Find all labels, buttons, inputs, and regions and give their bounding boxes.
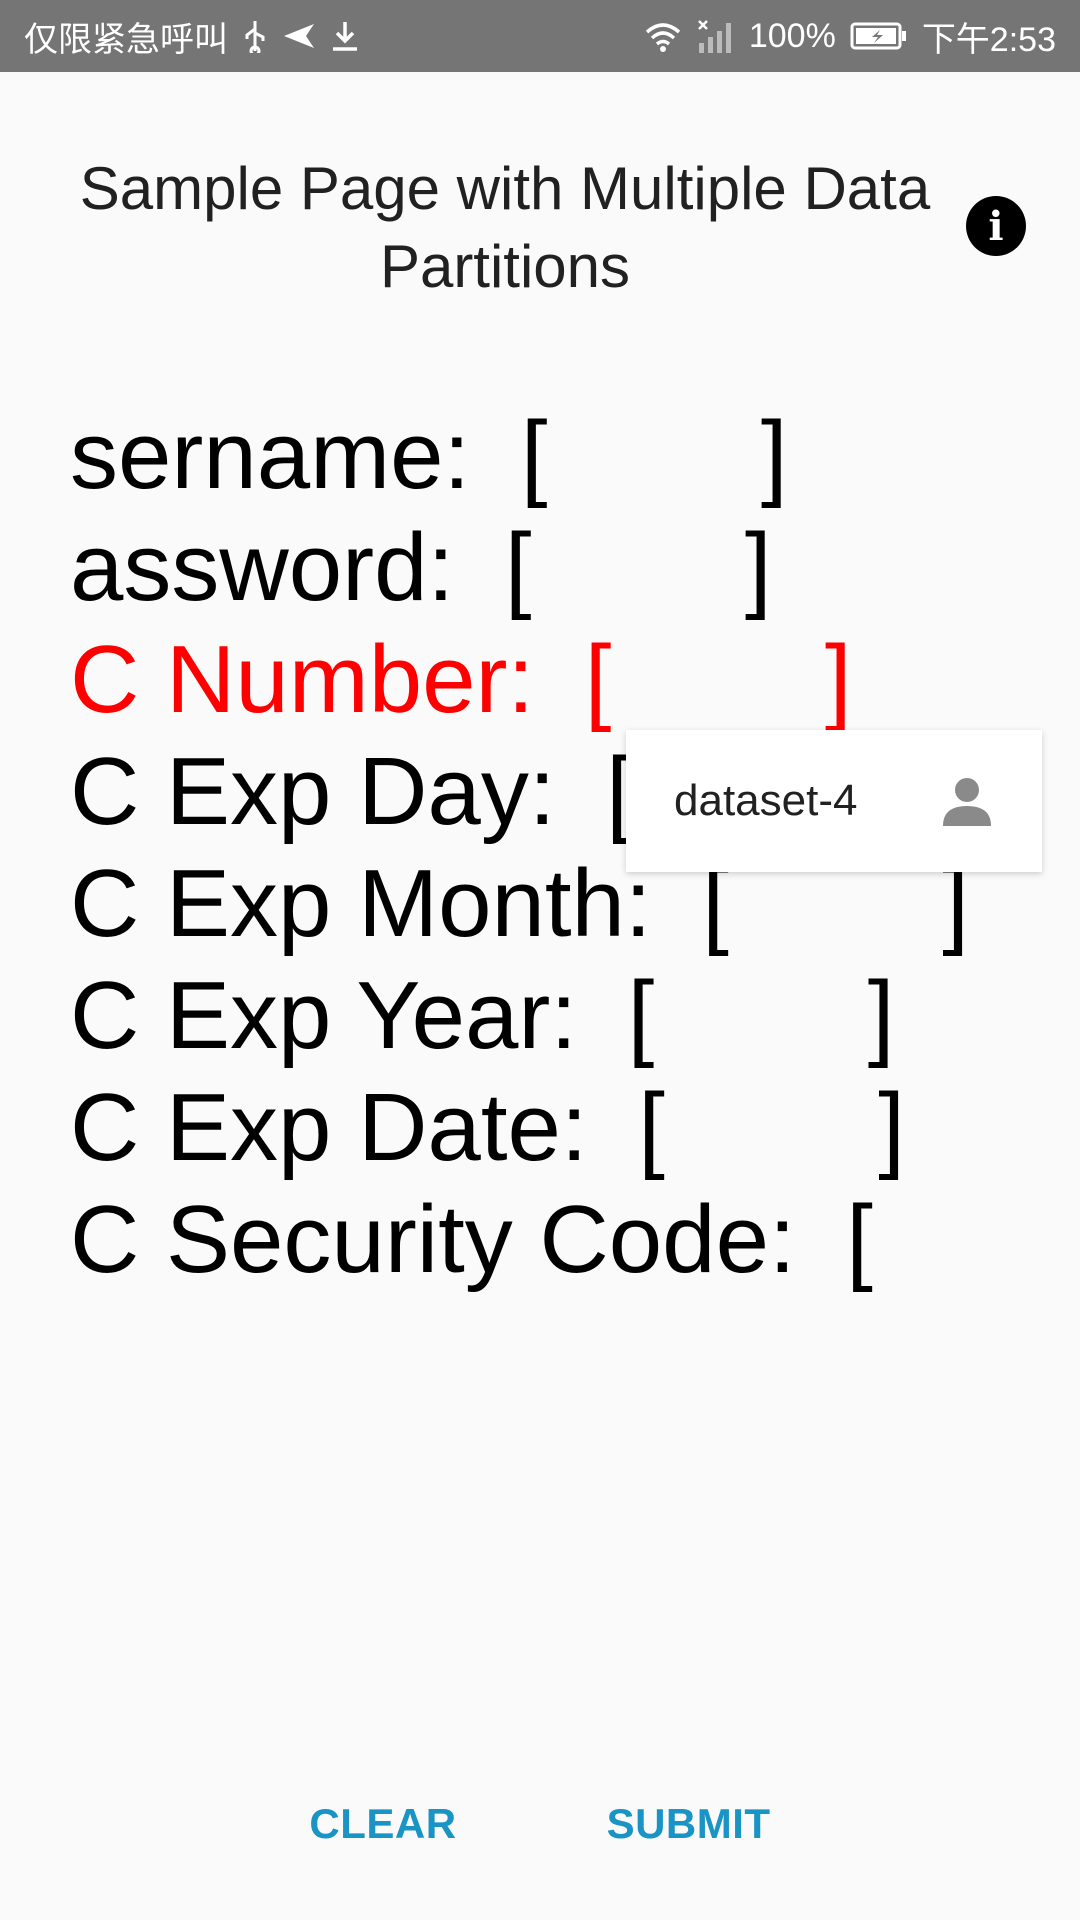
field-label: C Exp Year:	[70, 962, 577, 1069]
field-cc-number[interactable]: C Number: [ ]	[70, 624, 852, 736]
field-cc-exp-date[interactable]: C Exp Date: [ ]	[70, 1072, 905, 1184]
field-label: C Security Code:	[70, 1186, 796, 1293]
clear-button[interactable]: CLEAR	[309, 1800, 456, 1848]
field-label: C Exp Day:	[70, 738, 556, 845]
field-label: sername:	[70, 402, 471, 509]
field-input[interactable]: [	[846, 1184, 1080, 1296]
bottom-button-bar: CLEAR SUBMIT	[0, 1800, 1080, 1848]
wifi-icon	[643, 20, 683, 52]
field-input[interactable]: [ ]	[638, 1072, 905, 1184]
clock: 下午2:53	[921, 20, 1056, 59]
field-input[interactable]: [ ]	[628, 960, 895, 1072]
info-icon[interactable]: i	[966, 196, 1026, 256]
send-icon	[282, 22, 316, 50]
signal-icon	[697, 19, 735, 53]
field-label: assword:	[70, 514, 455, 621]
field-label: C Exp Date:	[70, 1074, 588, 1181]
field-input[interactable]: [ ]	[585, 624, 852, 736]
field-cc-security-code[interactable]: C Security Code: [	[70, 1184, 1080, 1296]
usb-icon	[242, 19, 268, 53]
autofill-suggestion[interactable]: dataset-4	[626, 730, 1042, 872]
autofill-dataset-label: dataset-4	[674, 776, 858, 825]
field-input[interactable]: [ ]	[505, 512, 772, 624]
field-label: C Exp Month:	[70, 850, 652, 957]
field-cc-exp-year[interactable]: C Exp Year: [ ]	[70, 960, 894, 1072]
battery-percent: 100%	[748, 16, 836, 55]
battery-icon	[850, 21, 908, 51]
page-title: Sample Page with Multiple Data Partition…	[79, 155, 931, 300]
status-bar-left: 仅限紧急呼叫	[24, 12, 360, 61]
field-label: C Number:	[70, 626, 535, 733]
status-bar: 仅限紧急呼叫 100% 下午2:53	[0, 0, 1080, 72]
carrier-text: 仅限紧急呼叫	[24, 20, 228, 59]
field-username[interactable]: sername: [ ]	[70, 400, 788, 512]
status-bar-right: 100% 下午2:53	[643, 12, 1056, 61]
download-icon	[330, 20, 360, 52]
submit-button[interactable]: SUBMIT	[607, 1800, 771, 1848]
field-password[interactable]: assword: [ ]	[70, 512, 772, 624]
person-icon	[940, 774, 994, 828]
field-input[interactable]: [ ]	[521, 400, 788, 512]
